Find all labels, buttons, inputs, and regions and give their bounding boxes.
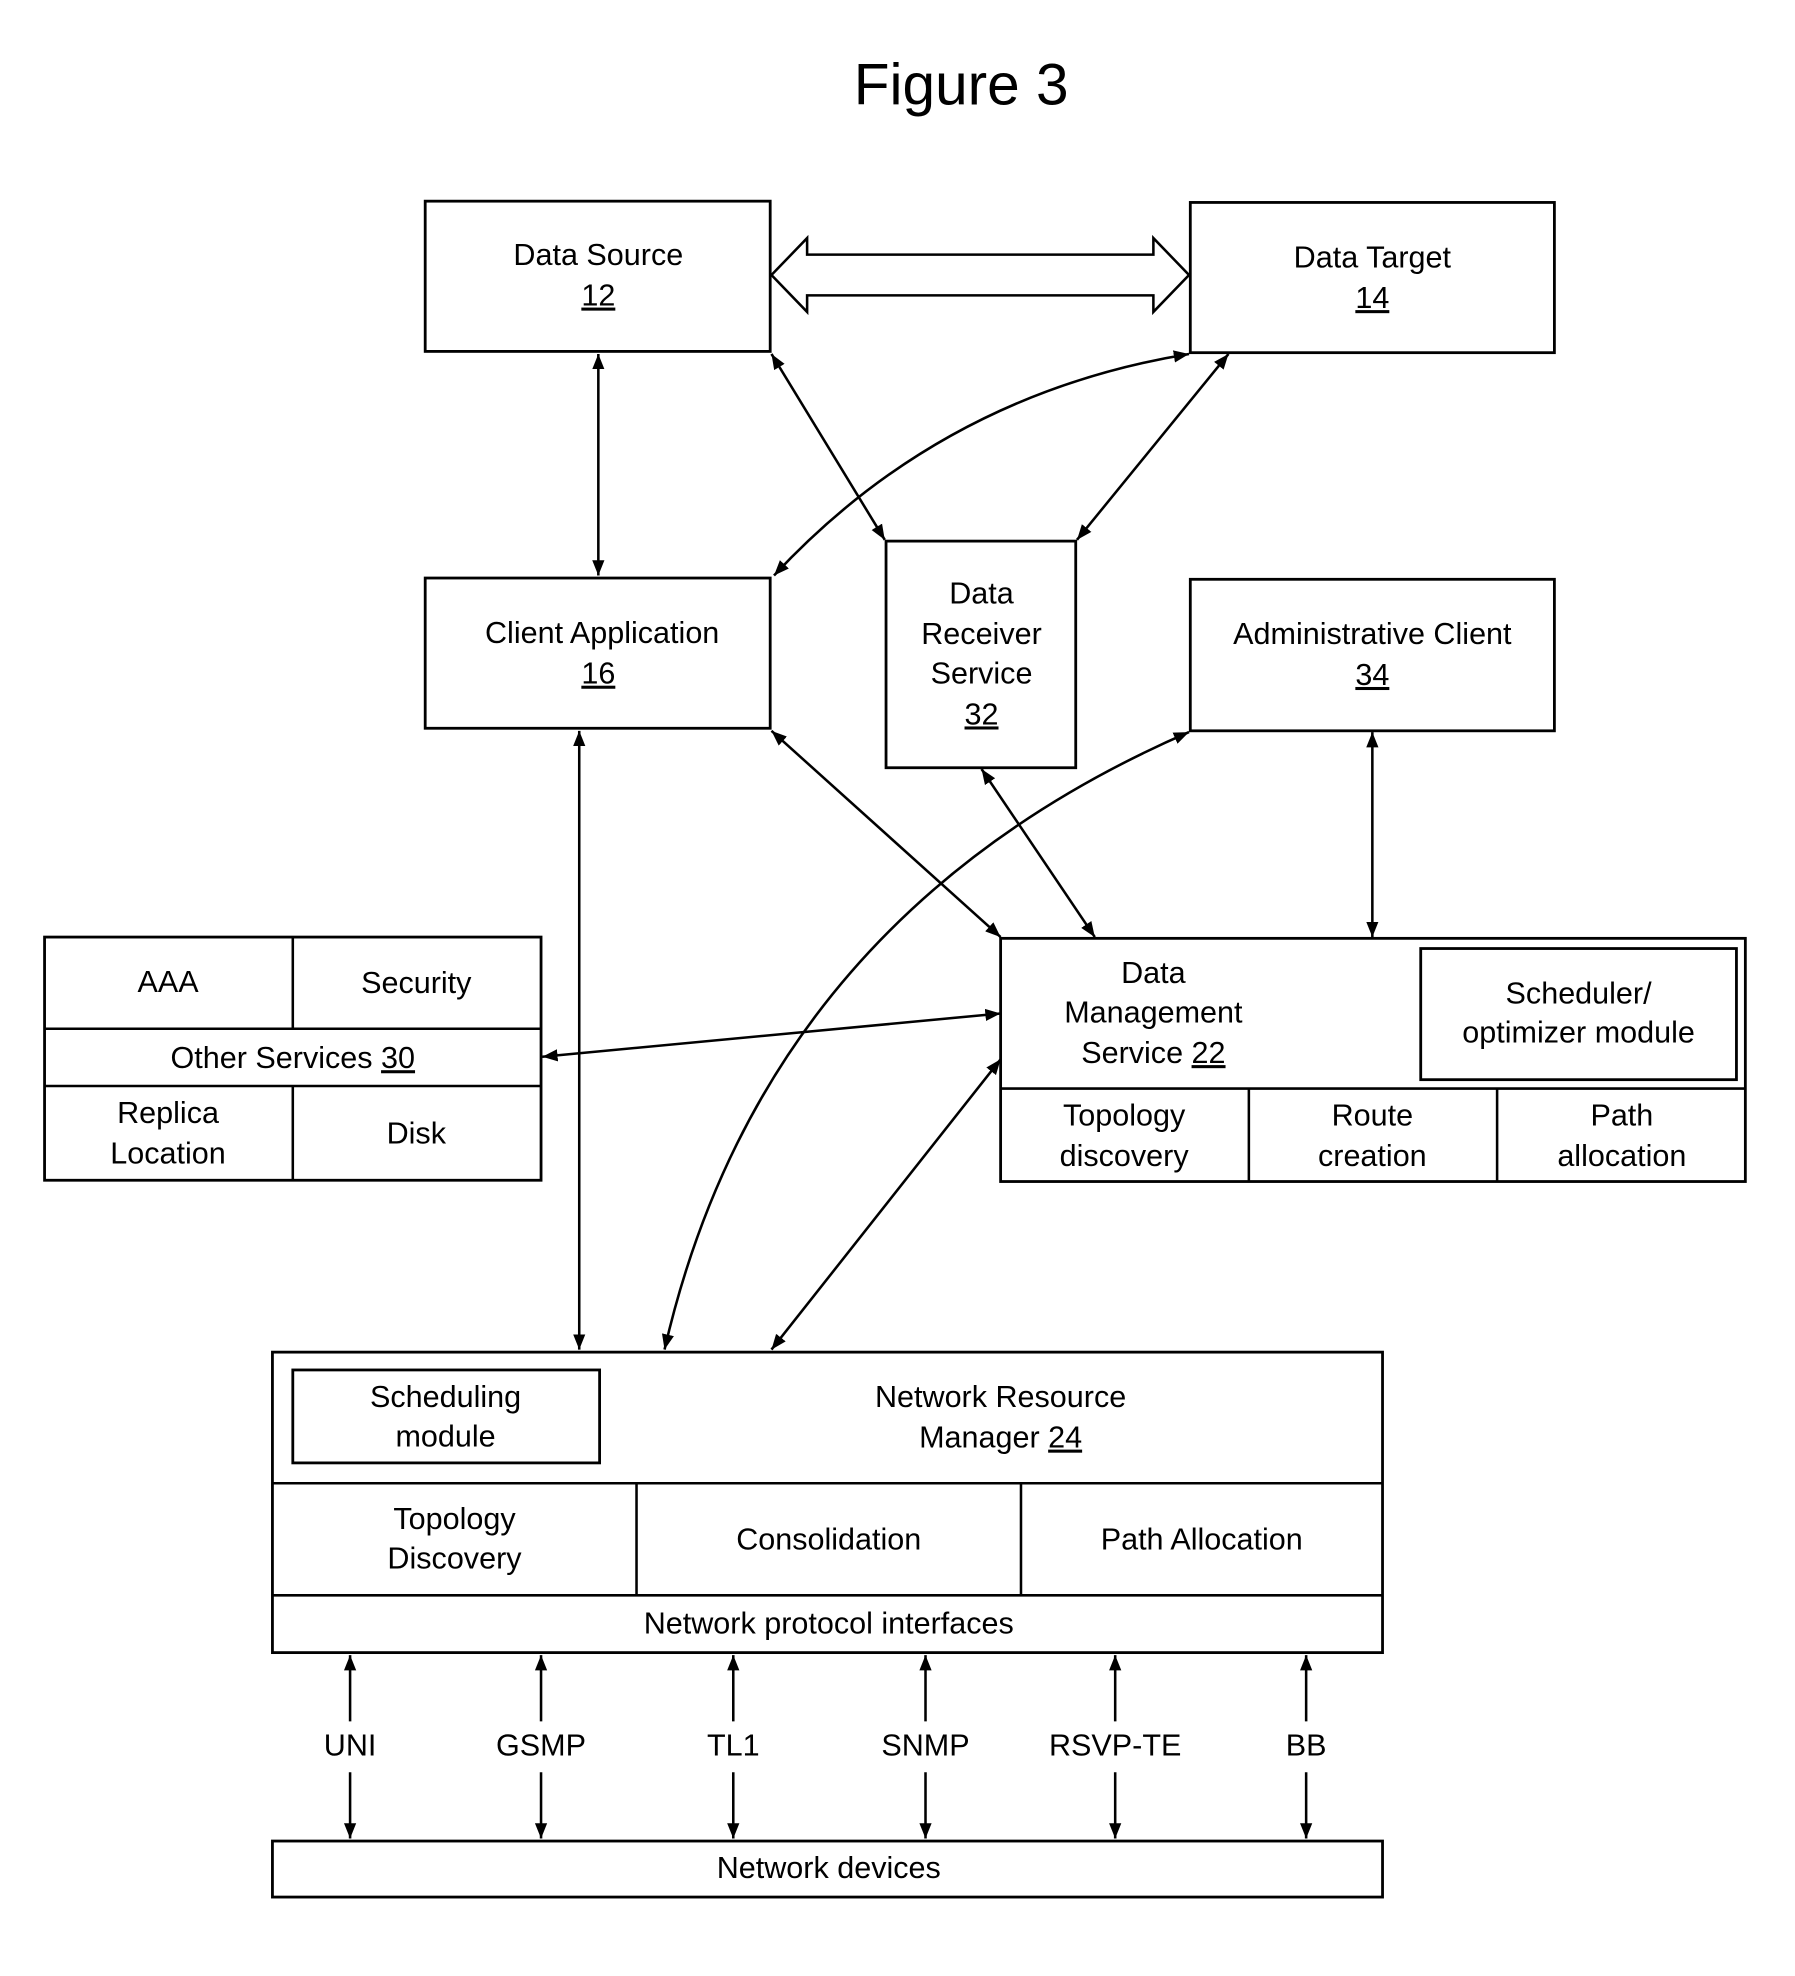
scheduler-line-2: optimizer module — [1462, 1016, 1695, 1050]
protocol-label-rsvp-te: RSVP-TE — [1049, 1729, 1181, 1763]
client-application-ref: 16 — [581, 657, 615, 691]
dms-path-line-1: Path — [1590, 1099, 1653, 1133]
nrm-topology-line-1: Topology — [393, 1502, 516, 1536]
other-services-block: AAA Security Other Services 30 Replica L… — [43, 935, 543, 1182]
scheduling-line-1: Scheduling — [370, 1380, 521, 1414]
administrative-client-ref: 34 — [1355, 658, 1389, 692]
dms-route-line-1: Route — [1332, 1099, 1414, 1133]
nrm-line-2: Manager 24 — [919, 1421, 1082, 1455]
data-source-ref: 12 — [581, 279, 615, 313]
security-label: Security — [361, 966, 472, 1000]
figure-3-diagram: Figure 3 Data Source 12 Data Target 14 C… — [43, 52, 1747, 1899]
protocol-interfaces-label: Network protocol interfaces — [644, 1607, 1014, 1641]
arrow-receiver-dms — [980, 768, 1096, 938]
dms-path-line-2: allocation — [1557, 1139, 1686, 1173]
dms-topology-line-1: Topology — [1063, 1099, 1186, 1133]
protocol-arrows: UNI GSMP TL1 SNMP RSVP-TE BB — [324, 1655, 1327, 1839]
scheduler-line-1: Scheduler/ — [1506, 976, 1653, 1010]
network-devices-label: Network devices — [717, 1851, 941, 1885]
dms-topology-line-2: discovery — [1060, 1139, 1190, 1173]
data-source-block: Data Source 12 — [423, 199, 772, 353]
data-receiver-line-2: Receiver — [921, 617, 1042, 651]
dms-line-3: Service 22 — [1081, 1036, 1225, 1070]
disk-label: Disk — [387, 1116, 447, 1150]
data-receiver-line-3: Service — [931, 657, 1033, 691]
protocol-label-snmp: SNMP — [881, 1729, 969, 1763]
replica-location-line-2: Location — [110, 1137, 225, 1171]
administrative-client-label: Administrative Client — [1233, 617, 1512, 651]
nrm-line-1: Network Resource — [875, 1380, 1126, 1414]
administrative-client-block: Administrative Client 34 — [1188, 577, 1556, 733]
data-receiver-ref: 32 — [965, 697, 999, 731]
nrm-topology-line-2: Discovery — [387, 1542, 522, 1576]
aaa-label: AAA — [137, 965, 199, 999]
data-target-ref: 14 — [1355, 281, 1389, 315]
data-receiver-line-1: Data — [949, 576, 1014, 610]
consolidation-label: Consolidation — [736, 1522, 921, 1556]
data-target-label: Data Target — [1294, 240, 1452, 274]
arrow-dms-nrm — [770, 1058, 1002, 1351]
nrm-path-allocation-label: Path Allocation — [1101, 1522, 1303, 1556]
source-target-hollow-arrow — [769, 234, 1191, 316]
client-application-label: Client Application — [485, 616, 719, 650]
protocol-label-bb: BB — [1286, 1729, 1327, 1763]
arrow-target-receiver — [1076, 353, 1230, 541]
data-source-label: Data Source — [513, 238, 683, 272]
figure-title: Figure 3 — [854, 52, 1069, 117]
scheduler-optimizer-module — [1419, 947, 1738, 1082]
client-application-block: Client Application 16 — [423, 576, 772, 730]
network-devices-block: Network devices — [271, 1839, 1384, 1899]
protocol-label-uni: UNI — [324, 1729, 377, 1763]
dms-line-1: Data — [1121, 956, 1186, 990]
data-receiver-service-block: Data Receiver Service 32 — [884, 539, 1078, 770]
dms-line-2: Management — [1064, 995, 1243, 1029]
arrow-dms-other-services — [542, 1008, 1001, 1062]
protocol-label-gsmp: GSMP — [496, 1729, 586, 1763]
scheduling-line-2: module — [395, 1419, 495, 1453]
replica-location-line-1: Replica — [117, 1096, 219, 1130]
arrow-source-receiver — [770, 353, 886, 541]
data-target-block: Data Target 14 — [1188, 201, 1556, 355]
data-management-service-block: Data Management Service 22 Scheduler/ op… — [999, 936, 1747, 1183]
protocol-label-tl1: TL1 — [707, 1729, 760, 1763]
dms-route-line-2: creation — [1318, 1139, 1427, 1173]
network-resource-manager-block: Scheduling module Network Resource Manag… — [271, 1350, 1384, 1655]
other-services-label: Other Services 30 — [171, 1041, 415, 1075]
